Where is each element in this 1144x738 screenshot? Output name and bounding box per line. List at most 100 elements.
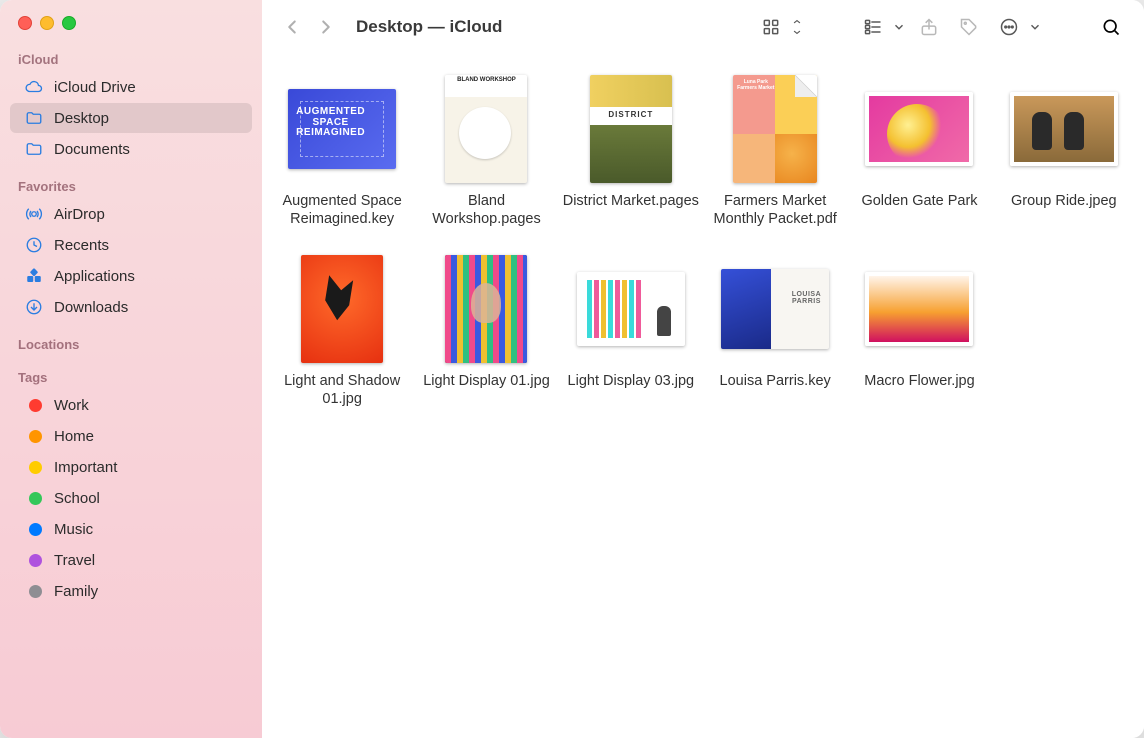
share-button[interactable] [912,12,946,42]
sidebar-item-label: Work [54,397,89,414]
file-thumbnail: Luna Park Farmers Market [720,74,830,184]
airdrop-icon [24,204,44,224]
sidebar-item-desktop[interactable]: Desktop [10,103,252,133]
tag-dot-icon [24,426,44,446]
file-thumbnail: AUGMENTED SPACE REIMAGINED [287,74,397,184]
file-thumbnail [287,254,397,364]
finder-window: iCloud iCloud Drive Desktop Documents Favori… [0,0,1144,738]
file-name-label: Light Display 01.jpg [423,372,550,390]
tag-dot-icon [24,581,44,601]
file-name-label: Golden Gate Park [861,192,977,210]
tags-button[interactable] [952,12,986,42]
file-name-label: Farmers Market Monthly Packet.pdf [706,192,844,228]
view-mode-control[interactable] [754,12,804,42]
file-grid: AUGMENTED SPACE REIMAGINED Augmented Spac… [272,74,1134,409]
sidebar-section-header: Locations [0,333,262,356]
file-item[interactable]: Luna Park Farmers Market Farmers Market M… [705,74,845,228]
sidebar-item-label: Important [54,459,117,476]
file-name-label: Light and Shadow 01.jpg [273,372,411,408]
sidebar-item-recents[interactable]: Recents [10,230,252,260]
file-name-label: Light Display 03.jpg [568,372,695,390]
file-thumbnail: DISTRICT [576,74,686,184]
search-button[interactable] [1094,12,1128,42]
sidebar-section-header: Favorites [0,175,262,198]
sidebar-item-music[interactable]: Music [10,514,252,544]
file-thumbnail [1009,74,1119,184]
sidebar-item-label: Downloads [54,299,128,316]
close-button[interactable] [18,16,32,30]
file-thumbnail: LOUISA PARRIS [720,254,830,364]
sidebar-item-documents[interactable]: Documents [10,134,252,164]
file-item[interactable]: DISTRICT District Market.pages [561,74,701,228]
file-name-label: Macro Flower.jpg [864,372,974,390]
group-by-control[interactable] [856,12,906,42]
file-item[interactable]: Golden Gate Park [849,74,989,228]
tag-dot-icon [24,457,44,477]
sidebar-item-travel[interactable]: Travel [10,545,252,575]
sidebar-item-label: Desktop [54,110,109,127]
file-item[interactable]: Light Display 01.jpg [416,254,556,408]
sidebar-item-icloud-drive[interactable]: iCloud Drive [10,72,252,102]
clock-icon [24,235,44,255]
sidebar-item-label: Music [54,521,93,538]
file-item[interactable]: Light and Shadow 01.jpg [272,254,412,408]
sidebar: iCloud iCloud Drive Desktop Documents Favori… [0,0,262,738]
cloud-icon [24,77,44,97]
file-name-label: Augmented Space Reimagined.key [273,192,411,228]
sidebar-item-airdrop[interactable]: AirDrop [10,199,252,229]
sidebar-item-label: Applications [54,268,135,285]
file-grid-container: AUGMENTED SPACE REIMAGINED Augmented Spac… [262,54,1144,738]
fullscreen-button[interactable] [62,16,76,30]
forward-button[interactable] [312,13,340,41]
minimize-button[interactable] [40,16,54,30]
file-thumbnail [864,74,974,184]
folder-icon [24,108,44,128]
sidebar-item-home[interactable]: Home [10,421,252,451]
file-name-label: Bland Workshop.pages [417,192,555,228]
file-thumbnail [576,254,686,364]
file-item[interactable]: AUGMENTED SPACE REIMAGINED Augmented Spac… [272,74,412,228]
more-actions-control[interactable] [992,12,1042,42]
sidebar-section-header: Tags [0,366,262,389]
back-button[interactable] [278,13,306,41]
sidebar-item-applications[interactable]: Applications [10,261,252,291]
chevron-down-icon [1028,12,1042,42]
sidebar-section-header: iCloud [0,48,262,71]
window-controls [0,10,262,48]
file-thumbnail: BLAND WORKSHOP [431,74,541,184]
sidebar-item-downloads[interactable]: Downloads [10,292,252,322]
sidebar-item-family[interactable]: Family [10,576,252,606]
sidebar-item-school[interactable]: School [10,483,252,513]
chevron-down-icon [892,12,906,42]
file-item[interactable]: BLAND WORKSHOP Bland Workshop.pages [416,74,556,228]
file-item[interactable]: Macro Flower.jpg [849,254,989,408]
sidebar-item-work[interactable]: Work [10,390,252,420]
file-thumbnail [431,254,541,364]
file-thumbnail [864,254,974,364]
tag-dot-icon [24,550,44,570]
apps-icon [24,266,44,286]
more-icon [992,12,1026,42]
sidebar-item-label: AirDrop [54,206,105,223]
sidebar-item-label: Travel [54,552,95,569]
file-item[interactable]: LOUISA PARRISLouisa Parris.key [705,254,845,408]
main-pane: Desktop — iCloud [262,0,1144,738]
file-item[interactable]: Group Ride.jpeg [994,74,1134,228]
view-mode-chevron-icon [790,12,804,42]
toolbar: Desktop — iCloud [262,0,1144,54]
tag-dot-icon [24,519,44,539]
sidebar-item-label: School [54,490,100,507]
sidebar-item-label: Home [54,428,94,445]
sidebar-item-label: Recents [54,237,109,254]
sidebar-item-label: Documents [54,141,130,158]
file-item[interactable]: Light Display 03.jpg [561,254,701,408]
file-name-label: District Market.pages [563,192,699,210]
group-icon [856,12,890,42]
sidebar-item-label: iCloud Drive [54,79,136,96]
sidebar-item-label: Family [54,583,98,600]
tag-dot-icon [24,395,44,415]
tag-dot-icon [24,488,44,508]
sidebar-item-important[interactable]: Important [10,452,252,482]
icon-view-icon [754,12,788,42]
download-icon [24,297,44,317]
